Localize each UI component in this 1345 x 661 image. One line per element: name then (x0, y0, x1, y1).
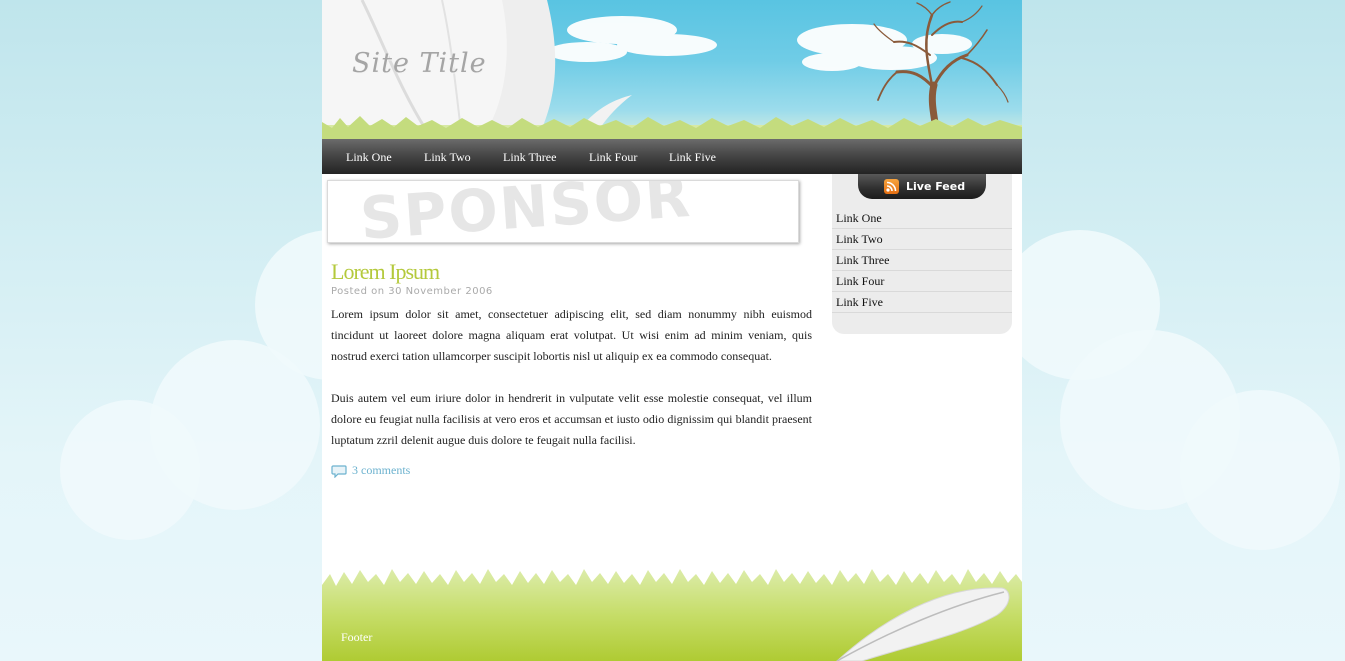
sidebar-link-label: Link Two (836, 232, 883, 246)
sidebar-link-four[interactable]: Link Four (832, 271, 1012, 292)
sidebar-link-five[interactable]: Link Five (832, 292, 1012, 313)
post-paragraph: Lorem ipsum dolor sit amet, consectetuer… (331, 307, 812, 363)
live-feed-label: Live Feed (906, 180, 966, 193)
nav-link-one[interactable]: Link One (346, 150, 392, 165)
post-date: Posted on 30 November 2006 (331, 286, 493, 297)
sidebar-link-three[interactable]: Link Three (832, 250, 1012, 271)
sidebar-links: Link One Link Two Link Three Link Four L… (832, 208, 1012, 313)
background-cloud (1180, 390, 1340, 550)
post-title[interactable]: Lorem Ipsum (331, 259, 440, 285)
sidebar-link-two[interactable]: Link Two (832, 229, 1012, 250)
page-container: Site Title Link One Link Two Link Three … (322, 0, 1022, 661)
main-navigation: Link One Link Two Link Three Link Four L… (322, 139, 1022, 174)
sidebar-link-label: Link Three (836, 253, 890, 267)
header-banner: Site Title (322, 0, 1022, 139)
nav-link-two[interactable]: Link Two (424, 150, 471, 165)
comments-count[interactable]: 3 comments (352, 463, 410, 478)
footer: Footer (322, 560, 1022, 661)
nav-link-three[interactable]: Link Three (503, 150, 556, 165)
sidebar-link-label: Link One (836, 211, 882, 225)
rss-feed-icon (884, 179, 899, 194)
footer-grass-illustration (322, 569, 1022, 661)
sidebar-link-label: Link Five (836, 295, 883, 309)
speech-bubble-icon (331, 465, 347, 478)
nav-link-four[interactable]: Link Four (589, 150, 637, 165)
sidebar-link-label: Link Four (836, 274, 885, 288)
footer-text: Footer (341, 630, 373, 644)
sponsor-banner-text: SPONSOR (358, 180, 694, 243)
background-cloud (60, 400, 200, 540)
sidebar: Live Feed Link One Link Two Link Three L… (832, 174, 1012, 334)
site-title[interactable]: Site Title (352, 48, 487, 79)
live-feed-tab[interactable]: Live Feed (858, 174, 986, 199)
sponsor-banner[interactable]: SPONSOR (327, 180, 799, 243)
post-paragraph: Duis autem vel eum iriure dolor in hendr… (331, 391, 812, 447)
sidebar-link-one[interactable]: Link One (832, 208, 1012, 229)
nav-link-five[interactable]: Link Five (669, 150, 716, 165)
